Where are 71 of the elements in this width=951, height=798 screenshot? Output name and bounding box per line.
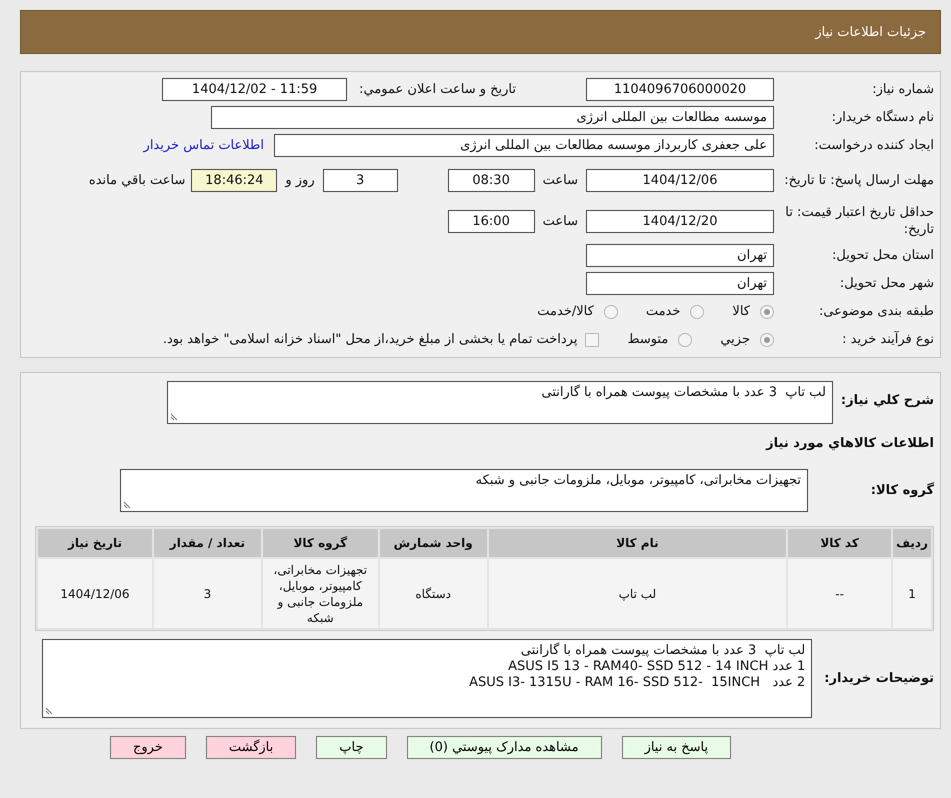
announce-date-field: 1404/12/02 - 11:59 (162, 78, 348, 101)
field-label: ساعت (542, 214, 578, 228)
field-label: حداقل تاریخ اعتبار قیمت: تا تاریخ: (784, 204, 934, 238)
column-header: واحد شمارش (380, 529, 487, 557)
radio-label: کالا/خدمت (537, 304, 594, 319)
field-label: توضیحات خریدار: (824, 671, 934, 686)
field-label: استان محل تحویل: (831, 248, 934, 263)
page-title: جزئیات اطلاعات نیاز (815, 24, 926, 40)
days-field: 3 (322, 168, 398, 192)
notes-line: لب تاپ 3 عدد با مشخصات پیوست همراه با گارانتی (520, 643, 806, 659)
radio-button[interactable] (604, 304, 618, 318)
field-label: مهلت ارسال پاسخ: تا تاریخ: (783, 172, 934, 188)
deadline-date-field: 1404/12/06 (586, 168, 774, 192)
field-label: ساعت باقي مانده (88, 172, 186, 188)
table-cell: لب تاپ (488, 559, 786, 628)
field-label: شهر محل تحویل: (838, 276, 934, 291)
field-label: گروه کالا: (870, 483, 934, 498)
field-label: شماره نیاز: (871, 82, 934, 97)
action-button[interactable]: خروج (110, 736, 186, 759)
table-cell: -- (788, 559, 892, 628)
action-button[interactable]: چاپ (316, 736, 386, 759)
resize-grip-icon[interactable] (123, 501, 131, 509)
field-label: طبقه بندی موضوعی: (818, 304, 934, 319)
field-label: نام دستگاه خریدار: (830, 110, 934, 125)
requester-field: علی جعفری کاربرداز موسسه مطالعات بین المللی انرژی (274, 134, 774, 157)
description-box: لب تاپ 3 عدد با مشخصات پیوست همراه با گارانتی (166, 381, 833, 424)
action-button[interactable]: بازگشت (206, 736, 296, 759)
column-header: گروه کالا (262, 529, 378, 557)
field-label: ساعت (542, 172, 578, 188)
table-cell: تجهیزات مخابراتی، کامپیوتر، موبایل، ملزومات جانبی و شبکه (262, 559, 378, 628)
validity-time-field: 16:00 (448, 210, 535, 232)
goods-group-box: تجهیزات مخابراتی، کامپیوتر، موبایل، ملزومات جانبی و شبکه (120, 469, 808, 512)
province-field: تهران (586, 244, 774, 267)
field-label: ایجاد کننده درخواست: (813, 138, 934, 153)
city-field: تهران (586, 272, 774, 295)
radio-label: متوسط (627, 332, 668, 347)
need-number-field: 1104096706000020 (586, 78, 774, 101)
notes-line: 1 عدد ASUS I5 13 - RAM40- SSD 512 - 14 INCH (507, 659, 806, 675)
radio-button[interactable] (760, 304, 774, 318)
radio-button[interactable] (690, 304, 704, 318)
radio-button[interactable] (678, 332, 692, 346)
column-header: کد کالا (788, 529, 892, 557)
action-button[interactable]: پاسخ به نیاز (622, 736, 732, 759)
table-cell: 1404/12/06 (38, 559, 152, 628)
field-label: روز و (285, 172, 315, 188)
resize-grip-icon[interactable] (170, 413, 178, 421)
radio-label: کالا (732, 304, 750, 319)
resize-grip-icon[interactable] (45, 707, 54, 715)
remaining-time-field: 18:46:24 (191, 168, 278, 192)
deadline-time-field: 08:30 (448, 168, 535, 192)
field-label: تاریخ و ساعت اعلان عمومي: (359, 82, 516, 97)
notes-line: 2 عدد ASUS I3- 1315U - RAM 16- SSD 512- 15INCH (468, 675, 806, 691)
column-header: تاریخ نیاز (38, 529, 152, 557)
field-label: نوع فرآیند خرید : (841, 332, 934, 347)
buyer-name-field: موسسه مطالعات بین المللی انرژی (211, 106, 774, 129)
radio-label: جزيي (720, 332, 750, 347)
column-header: نام کالا (488, 529, 786, 557)
radio-button[interactable] (760, 332, 774, 346)
table-cell: 3 (154, 559, 261, 628)
table-cell: 1 (893, 559, 931, 628)
buyer-contact-link[interactable]: اطلاعات تماس خریدار (144, 138, 264, 153)
field-label: شرح کلي نیاز: (840, 393, 934, 408)
column-header: ردیف (893, 529, 931, 557)
action-button[interactable]: مشاهده مدارک پیوستي (0) (406, 736, 602, 759)
checkbox-label: پرداخت تمام یا بخشی از مبلغ خرید،از محل "اسناد خزانه اسلامی" خواهد بود. (162, 332, 578, 347)
section-title: اطلاعات کالاهاي مورد نیاز (764, 436, 934, 451)
table-cell: دستگاه (380, 559, 487, 628)
validity-date-field: 1404/12/20 (586, 210, 774, 232)
column-header: تعداد / مقدار (154, 529, 261, 557)
radio-label: خدمت (646, 304, 680, 319)
checkbox[interactable] (585, 332, 600, 346)
